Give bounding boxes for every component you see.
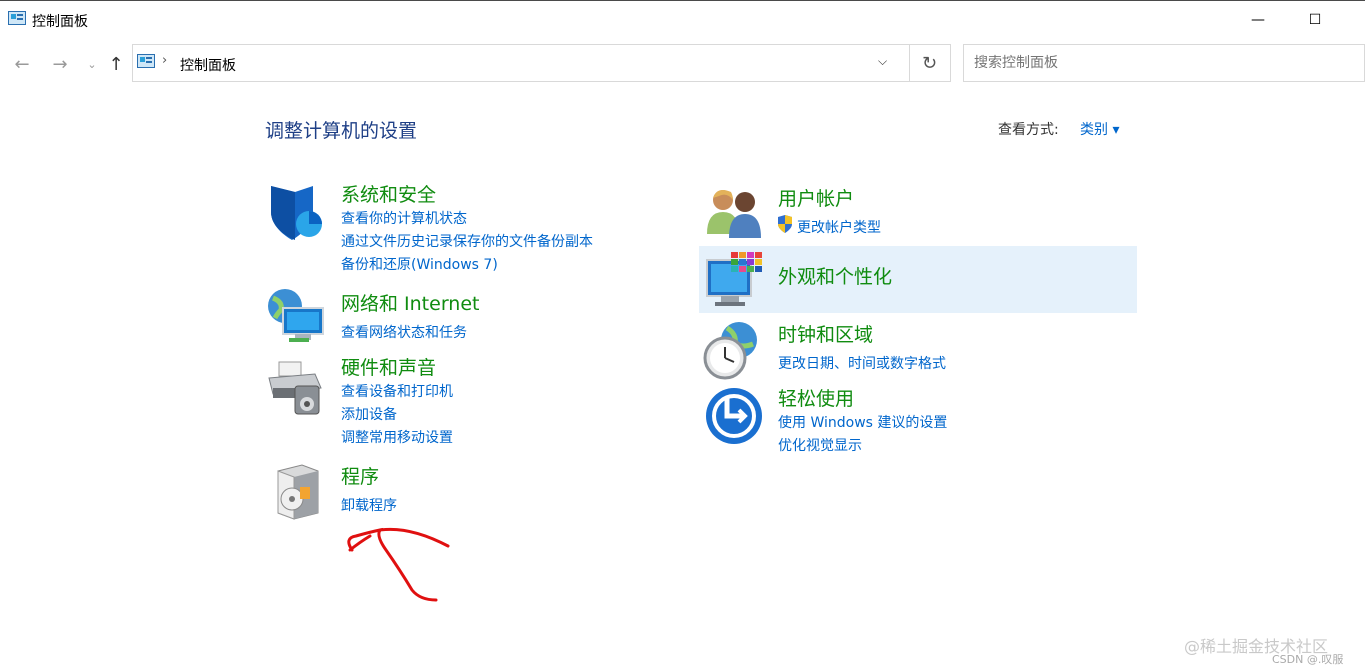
link-change-account-type[interactable]: 更改帐户类型	[797, 217, 881, 237]
category-ease-of-access-title[interactable]: 轻松使用	[778, 384, 854, 411]
ease-of-access-icon[interactable]	[705, 386, 765, 446]
programs-disc-icon[interactable]	[268, 461, 328, 521]
forward-arrow-icon[interactable]: →	[48, 52, 72, 76]
control-panel-icon	[8, 11, 26, 27]
network-globe-icon[interactable]	[265, 288, 325, 348]
title-bar	[0, 0, 1365, 40]
search-input[interactable]	[963, 44, 1365, 82]
printer-speaker-icon[interactable]	[265, 358, 325, 418]
link-change-date-time-format[interactable]: 更改日期、时间或数字格式	[778, 353, 946, 373]
user-accounts-icon[interactable]	[705, 182, 765, 242]
refresh-button[interactable]: ↻	[909, 44, 951, 82]
back-arrow-icon[interactable]: ←	[10, 52, 34, 76]
category-network-title[interactable]: 网络和 Internet	[341, 289, 479, 316]
address-control-panel-icon	[137, 54, 155, 70]
window-title: 控制面板	[32, 14, 88, 30]
category-hardware-sound-title[interactable]: 硬件和声音	[341, 353, 436, 380]
link-uninstall-program[interactable]: 卸载程序	[341, 495, 397, 515]
link-windows-recommended-settings[interactable]: 使用 Windows 建议的设置	[778, 412, 947, 432]
link-view-computer-status[interactable]: 查看你的计算机状态	[341, 208, 467, 228]
breadcrumb-chevron-icon[interactable]: ›	[162, 53, 167, 68]
view-by-label: 查看方式:	[998, 122, 1059, 138]
category-appearance-title[interactable]: 外观和个性化	[778, 262, 892, 289]
maximize-button[interactable]: ☐	[1292, 6, 1338, 34]
category-user-accounts-title[interactable]: 用户帐户	[778, 184, 854, 211]
appearance-monitor-icon[interactable]	[705, 250, 765, 310]
breadcrumb-control-panel[interactable]: 控制面板	[180, 55, 236, 75]
clock-globe-icon[interactable]	[703, 320, 763, 380]
shield-icon[interactable]	[265, 182, 325, 242]
recent-locations-chevron-icon[interactable]: ⌄	[80, 52, 104, 76]
refresh-icon: ↻	[921, 52, 938, 74]
link-file-history-backup[interactable]: 通过文件历史记录保存你的文件备份副本	[341, 231, 593, 251]
category-clock-region-title[interactable]: 时钟和区域	[778, 320, 873, 347]
link-mobility-settings[interactable]: 调整常用移动设置	[341, 427, 453, 447]
view-by-dropdown[interactable]: 类别 ▾	[1080, 119, 1119, 139]
page-title: 调整计算机的设置	[265, 120, 418, 142]
link-network-status[interactable]: 查看网络状态和任务	[341, 322, 467, 342]
link-optimize-visual-display[interactable]: 优化视觉显示	[778, 435, 862, 455]
red-arrow-annotation	[340, 520, 460, 610]
up-arrow-icon[interactable]: ↑	[104, 52, 128, 76]
address-bar[interactable]	[132, 44, 910, 82]
csdn-watermark: CSDN @.叹服	[1272, 653, 1344, 666]
address-dropdown-chevron-icon[interactable]: ⌵	[878, 54, 887, 69]
uac-shield-icon	[776, 215, 794, 233]
link-backup-restore[interactable]: 备份和还原(Windows 7)	[341, 254, 498, 274]
link-add-device[interactable]: 添加设备	[341, 404, 397, 424]
minimize-button[interactable]: —	[1235, 6, 1281, 34]
category-programs-title[interactable]: 程序	[341, 462, 379, 489]
link-devices-printers[interactable]: 查看设备和打印机	[341, 381, 453, 401]
category-system-security-title[interactable]: 系统和安全	[341, 180, 436, 207]
